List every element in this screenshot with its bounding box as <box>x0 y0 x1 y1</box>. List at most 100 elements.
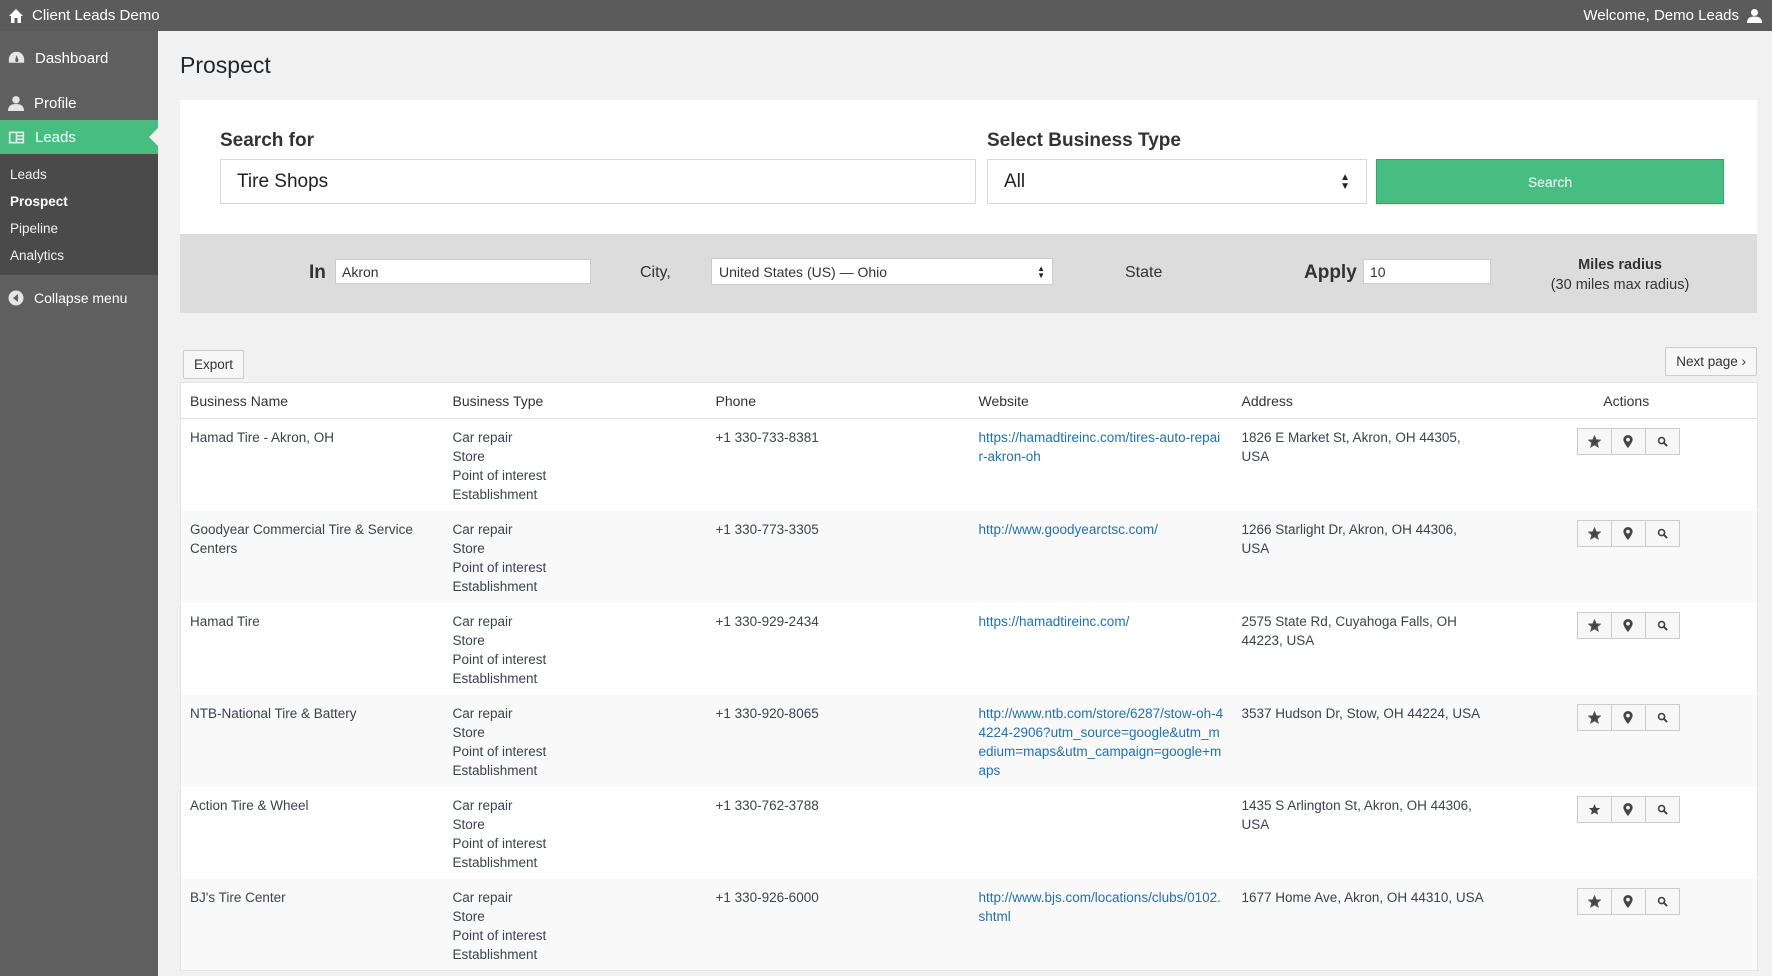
search-business-button[interactable] <box>1644 428 1680 455</box>
radius-input[interactable]: 10 <box>1363 259 1491 284</box>
phone-number: +1 330-773-3305 <box>715 521 819 537</box>
website-link[interactable]: http://www.ntb.com/store/6287/stow-oh-44… <box>979 706 1224 778</box>
business-type-select[interactable]: All ▲ ▼ <box>987 159 1367 204</box>
favorite-button[interactable] <box>1576 611 1612 639</box>
star-icon <box>1587 710 1601 724</box>
search-button[interactable]: Search <box>1376 159 1724 204</box>
map-location-button[interactable] <box>1610 703 1646 731</box>
address-text: 1266 Starlight Dr, Akron, OH 44306, USA <box>1241 521 1457 556</box>
column-header-actions: Actions <box>1495 382 1758 419</box>
table-row: Action Tire & Wheel Car repair Store Poi… <box>181 787 1758 879</box>
search-business-button[interactable] <box>1644 611 1680 639</box>
map-pin-icon <box>1623 435 1633 448</box>
table-controls: Export Next page › <box>180 347 1757 379</box>
search-icon <box>1657 712 1668 723</box>
favorite-button[interactable] <box>1576 703 1612 731</box>
state-select[interactable]: United States (US) — Ohio ▲ ▼ <box>711 258 1053 285</box>
favorite-button[interactable] <box>1576 887 1612 915</box>
next-page-button[interactable]: Next page › <box>1665 347 1757 376</box>
business-type-cell: Car repair Store Point of interest Estab… <box>444 787 707 879</box>
search-input[interactable] <box>220 159 976 204</box>
phone-cell: +1 330-762-3788 <box>707 787 970 879</box>
page-title: Prospect <box>180 52 271 78</box>
website-link[interactable]: http://www.goodyearctsc.com/ <box>979 522 1158 537</box>
radius-info: Miles radius (30 miles max radius) <box>1540 255 1700 295</box>
business-type-item: Establishment <box>452 762 538 778</box>
search-for-label: Search for <box>220 130 314 151</box>
business-type-cell: Car repair Store Point of interest Estab… <box>444 419 707 511</box>
search-business-button[interactable] <box>1644 887 1680 915</box>
business-type-item: Store <box>452 540 485 556</box>
search-business-button[interactable] <box>1644 795 1680 823</box>
column-header-address[interactable]: Address <box>1232 382 1496 419</box>
address-cell: 1435 S Arlington St, Akron, OH 44306, US… <box>1233 787 1496 879</box>
address-text: 1677 Home Ave, Akron, OH 44310, USA <box>1241 889 1484 905</box>
column-header-website[interactable]: Website <box>969 382 1233 419</box>
website-link[interactable]: https://hamadtireinc.com/tires-auto-repa… <box>979 430 1221 464</box>
collapse-label: Collapse menu <box>34 290 128 306</box>
website-link[interactable]: https://hamadtireinc.com/ <box>979 614 1130 629</box>
collapse-menu-button[interactable]: Collapse menu <box>0 281 158 315</box>
business-type-item: Point of interest <box>452 651 547 667</box>
site-title-link[interactable]: Client Leads Demo <box>8 7 160 24</box>
business-type-item: Car repair <box>452 889 513 905</box>
business-name: Goodyear Commercial Tire & Service Cente… <box>190 521 413 556</box>
actions-cell <box>1495 510 1758 603</box>
prospects-table: Business Name Business Type Phone Websit… <box>180 382 1758 971</box>
table-row: BJ's Tire Center Car repair Store Point … <box>180 878 1758 971</box>
website-cell: http://www.bjs.com/locations/clubs/0102.… <box>969 878 1233 971</box>
business-type-item: Establishment <box>452 854 538 870</box>
table-row: Goodyear Commercial Tire & Service Cente… <box>180 510 1758 603</box>
address-text: 1435 S Arlington St, Akron, OH 44306, US… <box>1241 797 1472 832</box>
map-location-button[interactable] <box>1610 519 1646 547</box>
account-menu[interactable]: Welcome, Demo Leads <box>1583 7 1762 24</box>
export-button[interactable]: Export <box>183 350 245 379</box>
sidebar-item-profile[interactable]: Profile <box>0 86 158 120</box>
business-type-item: Store <box>452 816 485 832</box>
map-pin-icon <box>1623 710 1633 724</box>
submenu-item-prospect[interactable]: Prospect <box>0 188 158 215</box>
main-content: Prospect Search for Select Business Type… <box>180 31 1758 971</box>
favorite-button[interactable] <box>1576 428 1612 455</box>
column-header-business-name[interactable]: Business Name <box>180 382 444 419</box>
state-select-value: United States (US) — Ohio <box>719 263 888 280</box>
phone-number: +1 330-920-8065 <box>715 705 819 721</box>
search-business-button[interactable] <box>1644 519 1680 547</box>
business-name: Hamad Tire <box>190 613 260 629</box>
website-cell: http://www.ntb.com/store/6287/stow-oh-44… <box>969 694 1233 787</box>
business-type-item: Point of interest <box>452 743 547 759</box>
home-icon <box>9 8 23 23</box>
website-link[interactable]: http://www.bjs.com/locations/clubs/0102.… <box>979 890 1221 924</box>
phone-cell: +1 330-926-6000 <box>706 878 970 971</box>
column-header-business-type[interactable]: Business Type <box>443 382 707 419</box>
sidebar-item-dashboard[interactable]: Dashboard <box>0 41 158 75</box>
star-icon <box>1587 894 1601 908</box>
select-arrows-icon: ▲ ▼ <box>1037 263 1045 280</box>
actions-cell <box>1496 787 1758 879</box>
map-location-button[interactable] <box>1610 611 1646 639</box>
favorite-button[interactable] <box>1576 519 1612 547</box>
map-pin-icon <box>1623 802 1633 816</box>
column-header-phone[interactable]: Phone <box>706 382 970 419</box>
search-icon <box>1657 436 1668 447</box>
business-type-item: Point of interest <box>452 468 547 483</box>
sidebar-item-label: Dashboard <box>35 49 109 67</box>
business-type-item: Car repair <box>452 521 513 537</box>
admin-sidebar: Dashboard Profile Leads Leads Prospect P… <box>0 31 158 976</box>
submenu-item-pipeline[interactable]: Pipeline <box>0 215 158 242</box>
city-input[interactable]: Akron <box>335 259 591 284</box>
radius-label: Miles radius <box>1578 257 1662 273</box>
sidebar-item-leads[interactable]: Leads <box>0 120 158 154</box>
business-type-item: Establishment <box>452 487 538 502</box>
favorite-button[interactable] <box>1576 795 1612 823</box>
search-business-button[interactable] <box>1644 703 1680 731</box>
submenu-item-leads[interactable]: Leads <box>0 161 158 188</box>
map-location-button[interactable] <box>1610 428 1646 455</box>
submenu-item-analytics[interactable]: Analytics <box>0 242 158 269</box>
address-cell: 2575 State Rd, Cuyahoga Falls, OH 44223,… <box>1233 603 1496 695</box>
map-pin-icon <box>1623 526 1633 540</box>
map-location-button[interactable] <box>1610 887 1646 915</box>
phone-number: +1 330-762-3788 <box>715 797 819 813</box>
business-name-cell: Hamad Tire <box>181 603 444 695</box>
map-location-button[interactable] <box>1610 795 1646 823</box>
